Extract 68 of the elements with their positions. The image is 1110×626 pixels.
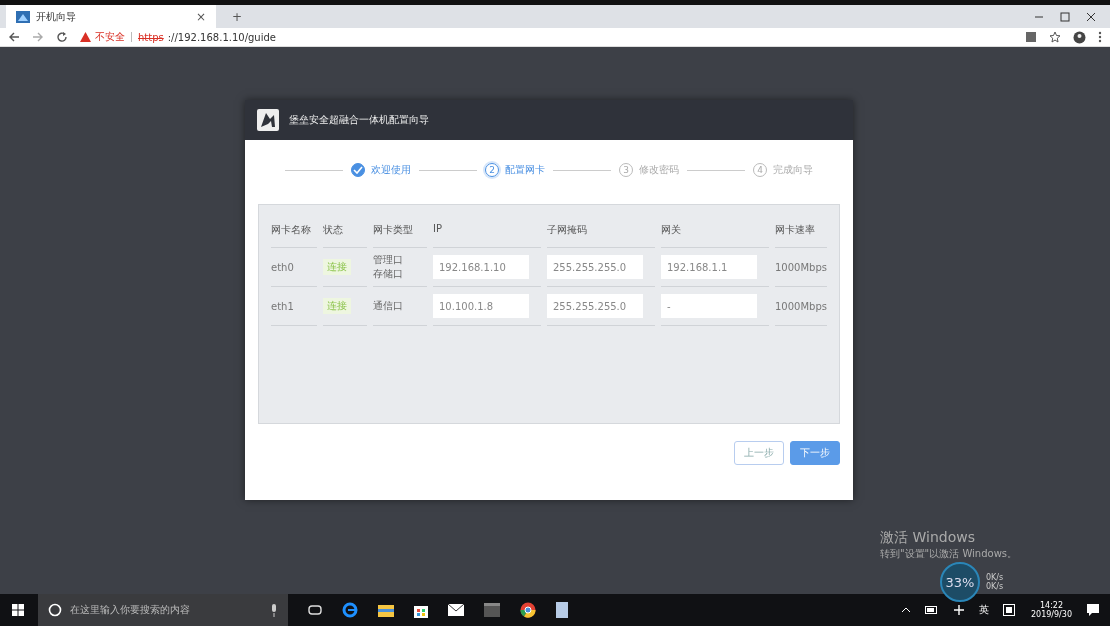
- column-header: 状态: [323, 215, 367, 248]
- logo-icon: [16, 10, 30, 23]
- browser-e-icon[interactable]: [342, 602, 358, 618]
- table-cell: eth1: [271, 287, 317, 326]
- download-rate: 0K/s: [986, 582, 1004, 591]
- port-type: 管理口: [373, 253, 403, 267]
- column-header: IP: [433, 215, 541, 248]
- input-method[interactable]: 英: [978, 603, 989, 617]
- port-type: 通信口: [373, 299, 403, 313]
- port-type: 存储口: [373, 267, 403, 281]
- notification-icon[interactable]: [1086, 603, 1100, 617]
- status-badge: 连接: [323, 259, 351, 275]
- taskbar-clock[interactable]: 14:22 2019/9/30: [1030, 601, 1072, 619]
- column-header: 子网掩码: [547, 215, 655, 248]
- maximize-icon[interactable]: [1060, 11, 1070, 22]
- security-warning: 不安全: [95, 30, 125, 44]
- speed-gauge: 33%: [940, 562, 980, 602]
- step-label: 修改密码: [639, 163, 679, 177]
- previous-button[interactable]: 上一步: [734, 441, 784, 465]
- close-tab-button[interactable]: ×: [195, 9, 206, 24]
- step-label: 欢迎使用: [371, 163, 411, 177]
- url-scheme: https: [138, 31, 164, 43]
- folder-icon[interactable]: [378, 603, 394, 617]
- table-cell: 1000Mbps: [775, 248, 827, 287]
- table-cell: eth0: [271, 248, 317, 287]
- star-icon[interactable]: [1049, 31, 1061, 43]
- account-icon[interactable]: [1073, 30, 1086, 44]
- taskbar-search-field[interactable]: 在这里输入你要搜索的内容: [38, 594, 288, 626]
- ip-field[interactable]: 10.100.1.8: [433, 294, 529, 318]
- next-button[interactable]: 下一步: [790, 441, 840, 465]
- reload-icon[interactable]: [56, 31, 68, 43]
- circle-icon: [48, 603, 62, 617]
- new-tab-button[interactable]: +: [232, 9, 243, 24]
- activation-message: 转到"设置"以激活 Windows。: [880, 547, 1018, 561]
- battery-icon[interactable]: [924, 606, 939, 614]
- task-view-icon[interactable]: [308, 604, 322, 616]
- status-badge: 连接: [323, 298, 351, 314]
- subnet-mask-field[interactable]: 255.255.255.0: [547, 255, 643, 279]
- menu-icon[interactable]: [1098, 31, 1102, 43]
- gateway-field[interactable]: -: [661, 294, 757, 318]
- gateway-field[interactable]: 192.168.1.1: [661, 255, 757, 279]
- column-header: 网卡速率: [775, 215, 827, 248]
- address-field[interactable]: 不安全 https ://192.168.1.10/guide: [80, 30, 276, 44]
- activation-title: 激活 Windows: [880, 529, 976, 547]
- table-cell: 1000Mbps: [775, 287, 827, 326]
- tab-title: 开机向导: [36, 9, 77, 24]
- dialog-title: 堡垒安全超融合一体机配置向导: [289, 113, 429, 127]
- upload-rate: 0K/s: [986, 573, 1004, 582]
- step-marker: 2: [485, 163, 499, 177]
- keyboard-icon[interactable]: [1002, 604, 1015, 616]
- logo-icon: [257, 109, 279, 131]
- start-icon[interactable]: [12, 604, 24, 616]
- back-arrow-icon[interactable]: [8, 31, 20, 43]
- mail-icon[interactable]: [448, 604, 464, 616]
- close-icon[interactable]: [1086, 11, 1096, 22]
- subnet-mask-field[interactable]: 255.255.255.0: [547, 294, 643, 318]
- microphone-icon: [270, 603, 278, 617]
- column-header: 网卡名称: [271, 215, 317, 248]
- browser-tab[interactable]: 开机向导 ×: [6, 5, 216, 28]
- ip-field[interactable]: 192.168.1.10: [433, 255, 529, 279]
- column-header: 网卡类型: [373, 215, 427, 248]
- column-header: 网关: [661, 215, 769, 248]
- warning-icon: [80, 32, 91, 42]
- chrome-icon[interactable]: [520, 602, 536, 618]
- caret-icon[interactable]: [900, 607, 911, 613]
- step-label: 配置网卡: [505, 163, 545, 177]
- step-label: 完成向导: [773, 163, 813, 177]
- url-text: ://192.168.1.10/guide: [167, 31, 276, 43]
